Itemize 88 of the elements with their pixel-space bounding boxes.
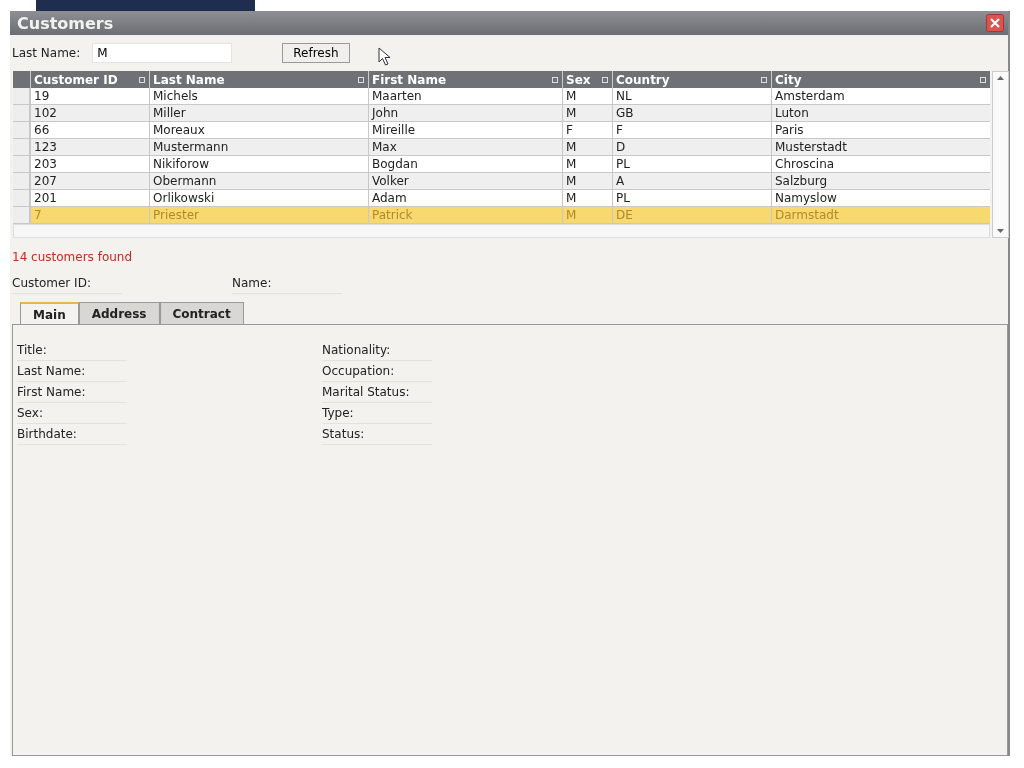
table-cell: Salzburg <box>771 173 990 189</box>
table-row[interactable]: 19 Michels Maarten M NL Amsterdam <box>13 88 990 105</box>
table-cell: F <box>562 122 612 138</box>
field-label: Title: <box>17 343 127 361</box>
field-label: Nationality: <box>322 343 432 361</box>
table-cell: PL <box>612 190 771 206</box>
field-label: First Name: <box>17 385 127 403</box>
table-cell: Obermann <box>149 173 368 189</box>
table-cell: 201 <box>30 190 149 206</box>
vertical-scrollbar[interactable] <box>992 71 1009 238</box>
field-label: Customer ID: <box>12 276 122 294</box>
table-cell: Chroscina <box>771 156 990 172</box>
column-menu-icon[interactable] <box>139 76 145 83</box>
table-cell: Nikiforow <box>149 156 368 172</box>
table-cell: M <box>562 190 612 206</box>
horizontal-scrollbar[interactable] <box>13 224 990 238</box>
table-row[interactable]: 201 Orlikowski Adam M PL Namyslow <box>13 190 990 207</box>
column-menu-icon[interactable] <box>552 76 558 83</box>
table-cell: 66 <box>30 122 149 138</box>
cursor-icon <box>377 47 392 67</box>
field-label: Last Name: <box>17 364 127 382</box>
field-label: Occupation: <box>322 364 432 382</box>
close-icon[interactable] <box>986 14 1004 32</box>
table-row[interactable]: 123 Mustermann Max M D Musterstadt <box>13 139 990 156</box>
table-cell: 7 <box>30 207 149 223</box>
table-cell: M <box>562 105 612 121</box>
row-header[interactable] <box>13 88 30 104</box>
column-menu-icon[interactable] <box>358 76 364 83</box>
table-row[interactable]: 203 Nikiforow Bogdan M PL Chroscina <box>13 156 990 173</box>
table-cell: 102 <box>30 105 149 121</box>
field-label: Birthdate: <box>17 427 127 445</box>
table-cell: Darmstadt <box>771 207 990 223</box>
table-cell: 19 <box>30 88 149 104</box>
field-label: Name: <box>232 276 342 294</box>
field-label: Type: <box>322 406 432 424</box>
column-menu-icon[interactable] <box>602 76 608 83</box>
table-cell: 207 <box>30 173 149 189</box>
table-cell: Amsterdam <box>771 88 990 104</box>
table-cell: Orlikowski <box>149 190 368 206</box>
table-cell: M <box>562 156 612 172</box>
table-cell: Max <box>368 139 562 155</box>
table-cell: F <box>612 122 771 138</box>
field-label: Marital Status: <box>322 385 432 403</box>
table-cell: Adam <box>368 190 562 206</box>
table-cell: Musterstadt <box>771 139 990 155</box>
table-cell: GB <box>612 105 771 121</box>
table-cell: Moreaux <box>149 122 368 138</box>
table-cell: Patrick <box>368 207 562 223</box>
table-cell: M <box>562 88 612 104</box>
result-count: 14 customers found <box>12 250 134 264</box>
table-cell: Mustermann <box>149 139 368 155</box>
row-header[interactable] <box>13 207 30 223</box>
table-cell: PL <box>612 156 771 172</box>
table-cell: Michels <box>149 88 368 104</box>
table-cell: Priester <box>149 207 368 223</box>
table-cell: NL <box>612 88 771 104</box>
table-cell: DE <box>612 207 771 223</box>
table-cell: Miller <box>149 105 368 121</box>
column-menu-icon[interactable] <box>980 76 986 83</box>
table-cell: A <box>612 173 771 189</box>
table-cell: Luton <box>771 105 990 121</box>
table-cell: 203 <box>30 156 149 172</box>
table-row[interactable]: 66 Moreaux Mireille F F Paris <box>13 122 990 139</box>
row-header[interactable] <box>13 122 30 138</box>
row-header[interactable] <box>13 190 30 206</box>
last-name-label: Last Name: <box>12 46 81 60</box>
table-cell: Maarten <box>368 88 562 104</box>
table-cell: Mireille <box>368 122 562 138</box>
table-cell: D <box>612 139 771 155</box>
last-name-field[interactable]: M <box>92 43 233 63</box>
table-cell: John <box>368 105 562 121</box>
table-cell: M <box>562 173 612 189</box>
table-cell: Namyslow <box>771 190 990 206</box>
window-title: Customers <box>17 13 114 33</box>
table-row[interactable]: 102 Miller John M GB Luton <box>13 105 990 122</box>
table-cell: Paris <box>771 122 990 138</box>
field-label: Sex: <box>17 406 127 424</box>
table-cell: M <box>562 207 612 223</box>
row-header[interactable] <box>13 156 30 172</box>
table-cell: Volker <box>368 173 562 189</box>
refresh-button[interactable]: Refresh <box>282 43 350 63</box>
column-menu-icon[interactable] <box>761 76 767 83</box>
table-row[interactable]: 207 Obermann Volker M A Salzburg <box>13 173 990 190</box>
table-cell: 123 <box>30 139 149 155</box>
table-cell: M <box>562 139 612 155</box>
table-cell: Bogdan <box>368 156 562 172</box>
field-label: Status: <box>322 427 432 445</box>
tab[interactable]: Main <box>20 302 79 325</box>
